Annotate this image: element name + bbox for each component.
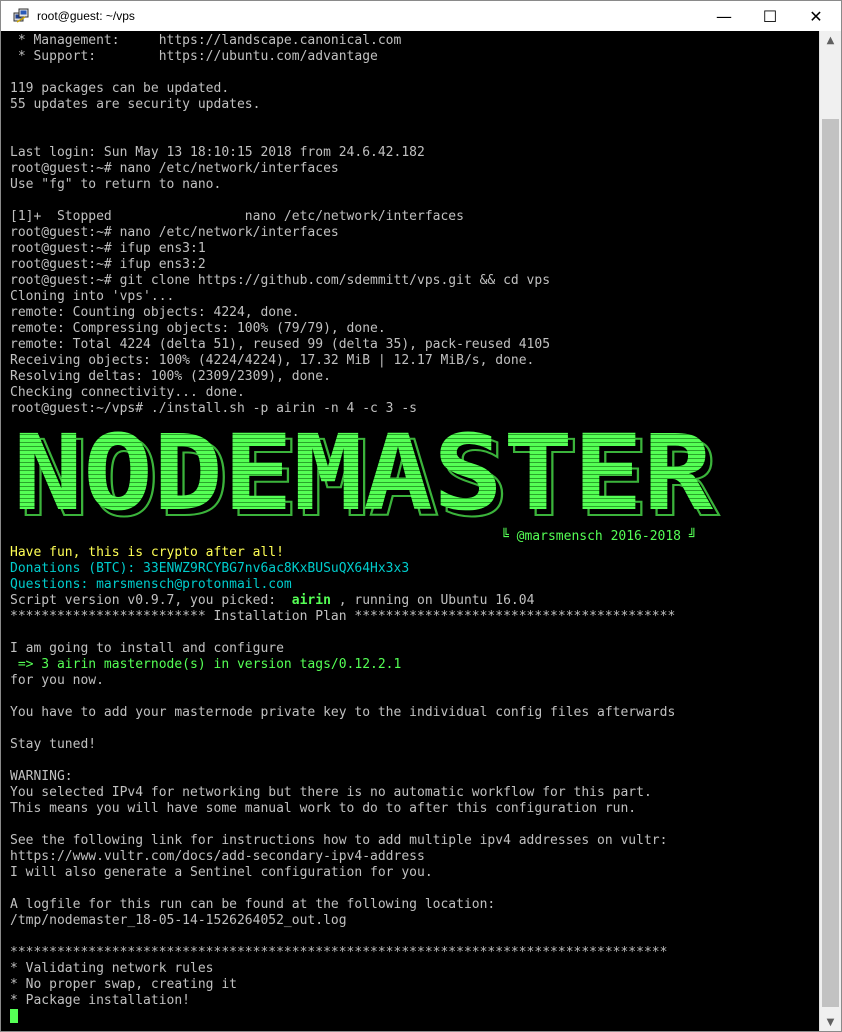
terminal-line: You selected IPv4 for networking but the…: [10, 785, 652, 800]
terminal-window: root@guest: ~/vps — ☐ ✕ * Management: ht…: [0, 0, 842, 1032]
terminal-line: See the following link for instructions …: [10, 833, 668, 848]
terminal-line: Cloning into 'vps'...: [10, 289, 175, 304]
picked-coin: airin: [283, 593, 339, 608]
terminal-line: I will also generate a Sentinel configur…: [10, 865, 433, 880]
terminal-line: WARNING:: [10, 769, 73, 784]
terminal-line: Receiving objects: 100% (4224/4224), 17.…: [10, 353, 535, 368]
terminal-line: root@guest:~# ifup ens3:2: [10, 257, 206, 272]
terminal-line: * Package installation!: [10, 993, 191, 1008]
terminal-line: [1]+ Stopped nano /etc/network/interface…: [10, 209, 464, 224]
nodemaster-banner: NODEMASTER NODEMASTER: [13, 431, 720, 526]
close-icon: ✕: [809, 6, 823, 26]
terminal-line: Stay tuned!: [10, 737, 97, 752]
terminal-line: Last login: Sun May 13 18:10:15 2018 fro…: [10, 145, 425, 160]
terminal-line: https://www.vultr.com/docs/add-secondary…: [10, 849, 425, 864]
terminal-line: Checking connectivity... done.: [10, 385, 245, 400]
terminal-line: root@guest:~# nano /etc/network/interfac…: [10, 161, 339, 176]
terminal-line: root@guest:~# git clone https://github.c…: [10, 273, 551, 288]
terminal-line: ****************************************…: [10, 945, 668, 960]
terminal-line: root@guest:~/vps# ./install.sh -p airin …: [10, 401, 417, 416]
terminal-output[interactable]: * Management: https://landscape.canonica…: [1, 31, 819, 1031]
window-title: root@guest: ~/vps: [37, 9, 135, 23]
script-version-line: Script version v0.9.7, you picked: airin…: [10, 593, 534, 609]
terminal-line: /tmp/nodemaster_18-05-14-1526264052_out.…: [10, 913, 347, 928]
banner-signature: ╚ @marsmensch 2016-2018 ╝: [501, 529, 697, 544]
maximize-button[interactable]: ☐: [747, 1, 793, 31]
terminal-line: for you now.: [10, 673, 104, 688]
title-bar[interactable]: root@guest: ~/vps — ☐ ✕: [1, 1, 841, 31]
scrollbar-thumb[interactable]: [822, 119, 839, 1007]
terminal-line: * Validating network rules: [10, 961, 214, 976]
terminal-line: root@guest:~# ifup ens3:1: [10, 241, 206, 256]
terminal-line: Resolving deltas: 100% (2309/2309), done…: [10, 369, 331, 384]
terminal-line: remote: Counting objects: 4224, done.: [10, 305, 300, 320]
banner-text: NODEMASTER: [13, 431, 713, 526]
terminal-line: * Management: https://landscape.canonica…: [10, 33, 402, 48]
terminal-cursor: [10, 1009, 18, 1023]
plan-header: ************************* Installation P…: [10, 609, 676, 624]
have-fun-line: Have fun, this is crypto after all!: [10, 545, 284, 560]
script-version-prefix: Script version v0.9.7, you picked:: [10, 593, 284, 608]
terminal-line: * Support: https://ubuntu.com/advantage: [10, 49, 378, 64]
questions-line: Questions: marsmensch@protonmail.com: [10, 577, 292, 592]
scroll-up-button[interactable]: ▲: [820, 31, 841, 49]
close-button[interactable]: ✕: [793, 1, 839, 31]
scroll-down-button[interactable]: ▼: [820, 1013, 841, 1031]
terminal-line: This means you will have some manual wor…: [10, 801, 637, 816]
terminal-line: * No proper swap, creating it: [10, 977, 237, 992]
script-version-suffix: , running on Ubuntu 16.04: [338, 593, 535, 608]
terminal-line: I am going to install and configure: [10, 641, 284, 656]
chevron-down-icon: ▼: [826, 1016, 835, 1028]
vertical-scrollbar[interactable]: ▲ ▼: [819, 31, 841, 1031]
chevron-up-icon: ▲: [826, 34, 835, 46]
terminal-line: A logfile for this run can be found at t…: [10, 897, 496, 912]
terminal-line: remote: Compressing objects: 100% (79/79…: [10, 321, 386, 336]
terminal-line: You have to add your masternode private …: [10, 705, 676, 720]
putty-app-icon[interactable]: [13, 8, 29, 24]
terminal-line: 119 packages can be updated.: [10, 81, 230, 96]
terminal-line: 55 updates are security updates.: [10, 97, 261, 112]
maximize-icon: ☐: [762, 6, 778, 26]
terminal-line: Use "fg" to return to nano.: [10, 177, 222, 192]
terminal-line: root@guest:~# nano /etc/network/interfac…: [10, 225, 339, 240]
donations-line: Donations (BTC): 33ENWZ9RCYBG7nv6ac8KxBU…: [10, 561, 410, 576]
install-target-line: => 3 airin masternode(s) in version tags…: [10, 657, 402, 672]
terminal-line: remote: Total 4224 (delta 51), reused 99…: [10, 337, 551, 352]
minimize-button[interactable]: —: [701, 1, 747, 31]
minimize-icon: —: [716, 6, 732, 26]
